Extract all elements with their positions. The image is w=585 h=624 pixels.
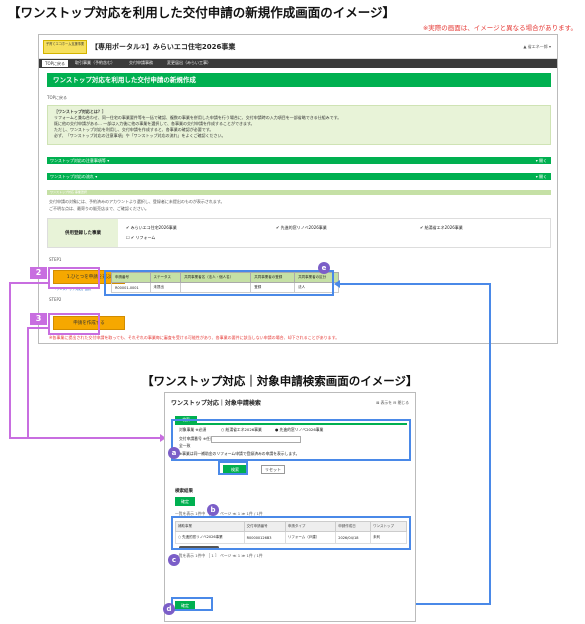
- connector-purple-inner: [27, 327, 48, 438]
- section-headline: 【ワンストップ対応｜対象申請検索画面のイメージ】: [142, 374, 418, 388]
- highlight-box-a: [171, 419, 411, 461]
- highlight-box-c: [171, 516, 411, 550]
- marker-d: d: [163, 603, 175, 615]
- arrowhead-blue: [334, 280, 340, 288]
- search-screen-title: ワンストップ対応｜対象申請検索: [171, 400, 261, 407]
- marker-b: b: [207, 504, 219, 516]
- confirm-button-top[interactable]: 確定: [175, 497, 195, 506]
- reset-button[interactable]: リセット: [261, 465, 285, 474]
- display-toggle[interactable]: ⊠ 表示を ⊟ 閉じる: [376, 400, 409, 406]
- pager[interactable]: 一覧を表示 1件中 ［ 1 ］ ページ ≪ 1 ≫ 1件 / 1件: [175, 553, 263, 559]
- marker-a: a: [168, 447, 180, 459]
- connector-purple-left: [9, 282, 160, 439]
- result-heading: 検索結果: [175, 489, 193, 494]
- highlight-box-b: [218, 461, 248, 475]
- marker-c: c: [168, 554, 180, 566]
- highlight-box-d: [171, 597, 213, 611]
